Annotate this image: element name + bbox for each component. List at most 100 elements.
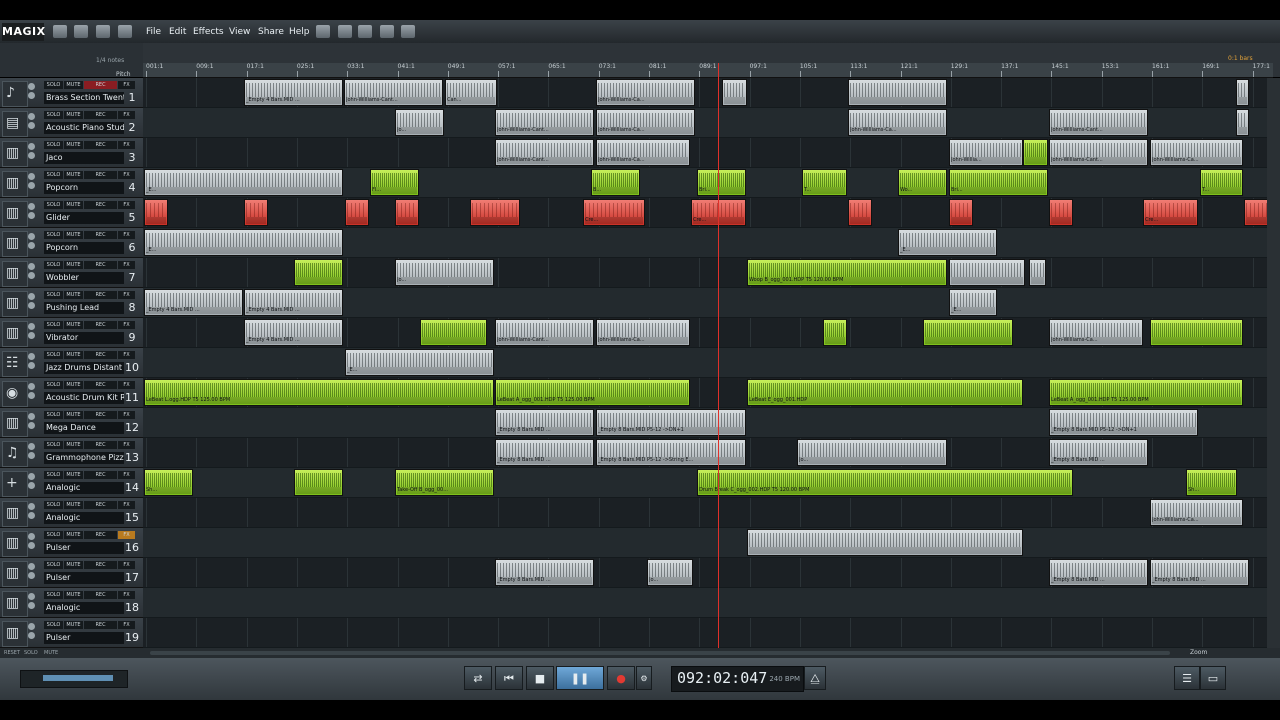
audio-clip[interactable] [345,199,369,226]
mute-button[interactable]: MUTE [64,411,83,419]
track-name[interactable]: Analogic [44,482,124,494]
draw-tool-icon[interactable] [380,25,394,38]
rec-button[interactable]: REC [84,291,117,299]
solo-button[interactable]: SOLO [44,381,63,389]
midi-keys-icon[interactable]: ▥ [2,591,28,617]
audio-clip[interactable]: _Empty 4 Bars.MID ... [244,319,343,346]
rec-button[interactable]: REC [84,621,117,629]
track-header[interactable]: ▥ SOLO MUTE REC FX Popcorn 6 [0,228,143,258]
track-name[interactable]: Popcorn [44,182,124,194]
audio-clip[interactable] [949,199,973,226]
audio-clip[interactable]: _E... [144,169,343,196]
audio-clip[interactable]: _Empty 4 Bars.MID ... [144,289,243,316]
midi-keys-icon[interactable]: ▥ [2,171,28,197]
track-name[interactable]: Brass Section Twentie [44,92,124,104]
audio-clip[interactable]: _Empty 8 Bars.MID ... [1049,559,1148,586]
mute-button[interactable]: MUTE [64,201,83,209]
solo-button[interactable]: SOLO [44,171,63,179]
playhead-marker[interactable] [718,63,719,648]
audio-clip[interactable]: Jo... [797,439,947,466]
loop-button[interactable]: ⇄ [464,666,492,690]
audio-clip[interactable] [244,199,268,226]
track-name[interactable]: Mega Dance [44,422,124,434]
mute-button[interactable]: MUTE [64,621,83,629]
rec-button[interactable]: REC [84,351,117,359]
audio-clip[interactable]: LeBeat A_ogg_001.HDP T5 125.00 BPM [495,379,690,406]
audio-clip[interactable]: _E... [345,349,494,376]
track-volume-knobs[interactable] [28,621,38,643]
track-volume-knobs[interactable] [28,141,38,163]
audio-clip[interactable] [1049,199,1073,226]
fx-button[interactable]: FX [118,321,135,329]
audio-clip[interactable] [294,469,343,496]
fx-button[interactable]: FX [118,81,135,89]
mute-button[interactable]: MUTE [64,591,83,599]
mute-button[interactable]: MUTE [64,231,83,239]
audio-clip[interactable]: Drum Break C_ogg_002.HDP T5 120.00 BPM [697,469,1073,496]
track-header[interactable]: ▥ SOLO MUTE REC FX Mega Dance 12 [0,408,143,438]
audio-clip[interactable]: John-Williams-Ca... [1150,499,1243,526]
audio-clip[interactable]: John-Williams-Ca... [596,79,695,106]
audio-clip[interactable]: Sh... [1186,469,1237,496]
audio-clip[interactable]: _Empty 8 Bars.MID ... [495,439,594,466]
menu-edit[interactable]: Edit [169,27,186,37]
rec-button[interactable]: REC [84,81,117,89]
trumpet-icon[interactable]: ♪ [2,81,28,107]
mixer-icon[interactable] [316,25,330,38]
audio-clip[interactable] [420,319,487,346]
midi-keys-icon[interactable]: ▥ [2,201,28,227]
mute-button[interactable]: MUTE [64,141,83,149]
search-icon[interactable] [118,25,132,38]
audio-clip[interactable] [1236,109,1249,136]
track-header[interactable]: ♫ SOLO MUTE REC FX Grammophone Pizz 13 [0,438,143,468]
rec-button[interactable]: REC [84,381,117,389]
solo-button[interactable]: SOLO [44,561,63,569]
drums-icon[interactable]: ☷ [2,351,28,377]
track-name[interactable]: Pushing Lead [44,302,124,314]
rec-button[interactable]: REC [84,411,117,419]
audio-clip[interactable]: _E... [144,229,343,256]
mute-button[interactable]: MUTE [64,111,83,119]
audio-clip[interactable]: Bri... [949,169,1048,196]
menu-file[interactable]: File [146,27,161,37]
audio-clip[interactable]: Jo... [395,109,444,136]
audio-clip[interactable] [1236,79,1249,106]
mute-button[interactable]: MUTE [64,291,83,299]
track-lane[interactable] [143,348,1273,378]
solo-button[interactable]: SOLO [44,261,63,269]
pause-button[interactable]: ❚❚ [556,666,604,690]
audio-clip[interactable]: John-Willia... [949,139,1023,166]
audio-clip[interactable]: _E... [949,289,997,316]
fx-button[interactable]: FX [118,261,135,269]
track-volume-knobs[interactable] [28,561,38,583]
audio-clip[interactable]: Can... [445,79,497,106]
track-volume-knobs[interactable] [28,201,38,223]
mute-button[interactable]: MUTE [64,381,83,389]
midi-keys-icon[interactable]: ▥ [2,531,28,557]
midi-keys-icon[interactable]: ▥ [2,561,28,587]
midi-keys-icon[interactable]: ▥ [2,501,28,527]
midi-keys-icon[interactable]: ▥ [2,231,28,257]
fx-button[interactable]: FX [118,351,135,359]
undo-icon[interactable] [358,25,372,38]
mute-button[interactable]: MUTE [64,321,83,329]
audio-clip[interactable]: _Empty 4 Bars.MID ... [244,79,343,106]
new-file-icon[interactable] [53,25,67,38]
mute-button[interactable]: MUTE [64,561,83,569]
track-volume-knobs[interactable] [28,171,38,193]
solo-button[interactable]: SOLO [44,141,63,149]
audio-clip[interactable]: _Empty 8 Bars.MID P5-12 ->DN+1 [1049,409,1198,436]
fx-button[interactable]: FX [118,411,135,419]
track-header[interactable]: ♪ SOLOMUTERECFX Brass Section Twentie 1 [0,78,143,108]
rec-button[interactable]: REC [84,321,117,329]
pointer-tool-icon[interactable] [401,25,415,38]
track-header[interactable]: ▥ SOLO MUTE REC FX Analogic 18 [0,588,143,618]
track-header[interactable]: ▤ SOLO MUTE REC FX Acoustic Piano Studi 2 [0,108,143,138]
track-name[interactable]: Popcorn [44,242,124,254]
track-name[interactable]: Pulser [44,572,124,584]
fx-button[interactable]: FX [118,381,135,389]
midi-keys-icon[interactable]: ▥ [2,141,28,167]
solo-button[interactable]: SOLO [44,81,63,89]
audio-clip[interactable] [470,199,520,226]
fx-button[interactable]: FX [118,141,135,149]
